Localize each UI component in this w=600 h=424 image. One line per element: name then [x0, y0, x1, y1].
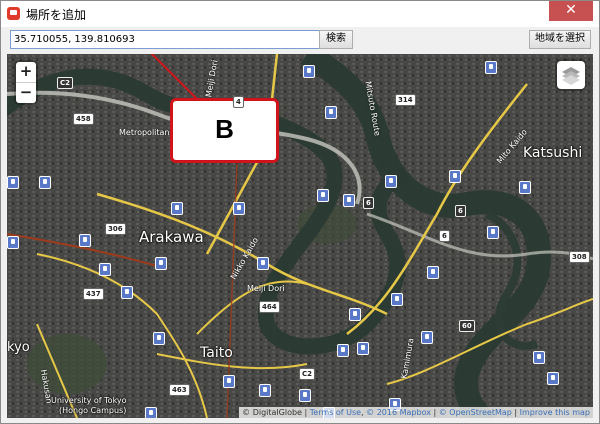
- window-title: 場所を追加: [26, 8, 87, 22]
- place-label: kyo: [7, 340, 30, 355]
- layers-icon: [562, 67, 580, 85]
- station-icon: [303, 65, 315, 78]
- station-icon: [485, 61, 497, 74]
- station-icon: [391, 293, 403, 306]
- station-icon: [343, 194, 355, 207]
- station-icon: [145, 407, 157, 418]
- station-icon: [121, 286, 133, 299]
- terms-of-use-link[interactable]: Terms of Use: [310, 408, 361, 417]
- station-icon: [257, 257, 269, 270]
- station-icon: [7, 236, 19, 249]
- station-icon: [533, 351, 545, 364]
- station-icon: [547, 372, 559, 385]
- mapbox-link[interactable]: © 2016 Mapbox: [366, 408, 431, 417]
- station-icon: [449, 170, 461, 183]
- station-icon: [79, 234, 91, 247]
- add-place-dialog: 場所を追加 ✕ 検索 地域を選択: [0, 0, 600, 424]
- route-shield: C2: [57, 77, 74, 89]
- route-shield: 4: [233, 96, 244, 108]
- station-icon: [337, 344, 349, 357]
- route-shield: 6: [439, 230, 450, 242]
- toolbar: 検索 地域を選択: [1, 27, 599, 53]
- zoom-in-button[interactable]: +: [16, 62, 36, 83]
- station-icon: [171, 202, 183, 215]
- title-bar: 場所を追加 ✕: [1, 1, 599, 27]
- map-attribution: © DigitalGlobe | Terms of Use, © 2016 Ma…: [239, 407, 593, 418]
- zoom-out-button[interactable]: −: [16, 83, 36, 103]
- station-icon: [99, 263, 111, 276]
- route-shield: 464: [259, 301, 280, 313]
- route-shield: C2: [299, 368, 316, 380]
- station-icon: [39, 176, 51, 189]
- satellite-map[interactable]: + − B Arakawa Taito Katsushi kyo Univers…: [7, 54, 593, 418]
- station-icon: [317, 189, 329, 202]
- station-icon: [487, 226, 499, 239]
- station-icon: [357, 342, 369, 355]
- callout-label: B: [215, 114, 234, 144]
- station-icon: [7, 176, 19, 189]
- place-label: Taito: [200, 345, 233, 361]
- station-icon: [427, 266, 439, 279]
- close-button[interactable]: ✕: [549, 1, 593, 21]
- place-label: (Hongo Campus): [59, 406, 127, 415]
- route-shield: 458: [73, 113, 94, 125]
- place-label: Arakawa: [139, 228, 204, 246]
- attribution-digitalglobe: © DigitalGlobe: [242, 408, 302, 417]
- station-icon: [519, 181, 531, 194]
- station-icon: [155, 257, 167, 270]
- place-label: University of Tokyo: [51, 396, 127, 405]
- station-icon: [325, 106, 337, 119]
- layers-button[interactable]: [557, 61, 585, 89]
- map-imagery: [7, 54, 593, 418]
- route-shield: 306: [105, 223, 126, 235]
- select-region-button[interactable]: 地域を選択: [529, 30, 591, 49]
- station-icon: [223, 375, 235, 388]
- station-icon: [421, 331, 433, 344]
- route-shield: 6: [363, 197, 374, 209]
- place-label: Katsushi: [523, 145, 583, 161]
- station-icon: [153, 332, 165, 345]
- road-label: Metropolitan: [119, 128, 170, 137]
- route-shield: 60: [459, 320, 475, 332]
- coordinate-input[interactable]: [10, 30, 320, 49]
- route-shield: 437: [83, 288, 104, 300]
- app-icon: [7, 7, 20, 20]
- route-shield: 6: [455, 205, 466, 217]
- route-shield: 463: [169, 384, 190, 396]
- route-shield: 308: [569, 251, 590, 263]
- callout-marker: B: [170, 98, 279, 163]
- station-icon: [233, 202, 245, 215]
- road-label: Meiji Dori: [247, 284, 285, 293]
- station-icon: [259, 384, 271, 397]
- search-button[interactable]: 検索: [319, 30, 353, 49]
- openstreetmap-link[interactable]: © OpenStreetMap: [439, 408, 512, 417]
- improve-map-link[interactable]: Improve this map: [520, 408, 590, 417]
- zoom-control: + −: [16, 62, 36, 103]
- station-icon: [299, 389, 311, 402]
- route-shield: 314: [395, 94, 416, 106]
- station-icon: [385, 175, 397, 188]
- station-icon: [349, 308, 361, 321]
